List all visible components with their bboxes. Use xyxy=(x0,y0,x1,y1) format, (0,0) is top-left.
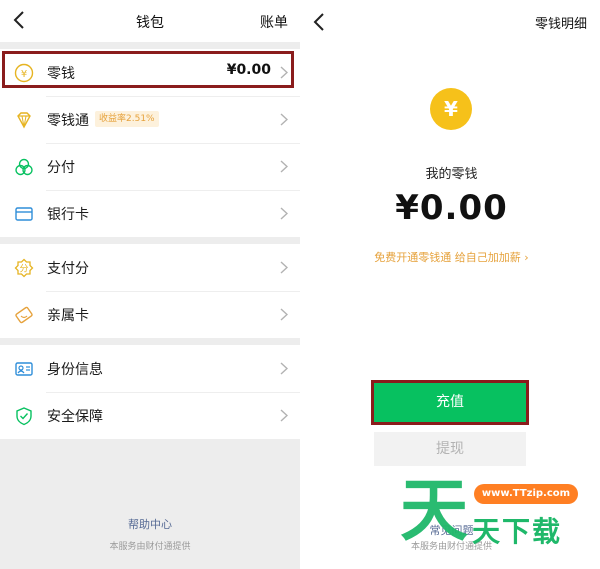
page-title: 钱包 xyxy=(136,15,164,31)
wallet-item-identity[interactable]: 身份信息 xyxy=(0,345,300,392)
wallet-item-security[interactable]: 安全保障 xyxy=(0,392,300,439)
lingqiantong-promo-link[interactable]: 免费开通零钱通 给自己加加薪 › xyxy=(303,249,600,265)
wallet-item-label: 银行卡 xyxy=(47,207,89,223)
wallet-item-lingqiantong[interactable]: 零钱通 收益率2.51% xyxy=(0,96,300,143)
wallet-item-label: 亲属卡 xyxy=(47,308,89,324)
wallet-item-family-card[interactable]: 亲属卡 xyxy=(0,291,300,338)
wallet-group-3: 身份信息 安全保障 xyxy=(0,345,300,439)
wallet-item-bank-card[interactable]: 银行卡 xyxy=(0,190,300,237)
wallet-item-payscore[interactable]: 分 支付分 xyxy=(0,244,300,291)
chevron-right-icon xyxy=(280,409,288,422)
wallet-item-label: 安全保障 xyxy=(47,409,103,425)
withdraw-button[interactable]: 提现 xyxy=(374,432,526,466)
wallet-page: 钱包 账单 ¥ 零钱 ¥0.00 零钱通 收益率2.51% 分付 银行卡 分 支… xyxy=(0,0,300,569)
chevron-right-icon xyxy=(280,113,288,126)
back-arrow-icon[interactable] xyxy=(311,12,329,32)
chevron-right-icon xyxy=(280,261,288,274)
wallet-item-label: 分付 xyxy=(47,160,75,176)
wallet-item-fenfu[interactable]: 分付 xyxy=(0,143,300,190)
watermark-logo-glyph: 天 xyxy=(400,472,469,551)
chevron-right-icon xyxy=(280,362,288,375)
wallet-item-label: 身份信息 xyxy=(47,362,103,378)
chevron-right-icon xyxy=(280,160,288,173)
wallet-item-label: 支付分 xyxy=(47,261,89,277)
installment-icon xyxy=(15,158,33,176)
help-center-link[interactable]: 帮助中心 xyxy=(0,516,300,532)
wallet-item-label: 零钱通 xyxy=(47,113,89,129)
payscore-icon: 分 xyxy=(14,258,34,278)
yuan-coin-icon: ¥ xyxy=(430,88,472,130)
recharge-highlight-frame xyxy=(371,380,529,425)
change-detail-button[interactable]: 零钱明细 xyxy=(535,13,587,32)
wallet-nav-bar: 钱包 账单 xyxy=(0,0,300,42)
bill-button[interactable]: 账单 xyxy=(260,12,288,32)
change-balance: ¥0.00 xyxy=(395,188,508,228)
provider-note: 本服务由财付通提供 xyxy=(109,542,191,552)
id-info-icon xyxy=(15,362,33,376)
family-card-icon xyxy=(15,306,33,324)
change-highlight-frame xyxy=(2,51,294,88)
watermark-text: 天下载 xyxy=(472,515,563,548)
diamond-icon xyxy=(17,112,31,129)
wallet-group-2: 分 支付分 亲属卡 xyxy=(0,244,300,338)
chevron-right-icon xyxy=(280,308,288,321)
shield-icon xyxy=(16,407,32,426)
watermark-url: www.TTzip.com xyxy=(474,484,578,504)
my-change-label: 我的零钱 xyxy=(425,167,478,182)
svg-text:分: 分 xyxy=(19,264,28,275)
chevron-right-icon xyxy=(280,207,288,220)
bank-card-icon xyxy=(15,207,33,221)
yield-rate-badge: 收益率2.51% xyxy=(95,111,159,127)
